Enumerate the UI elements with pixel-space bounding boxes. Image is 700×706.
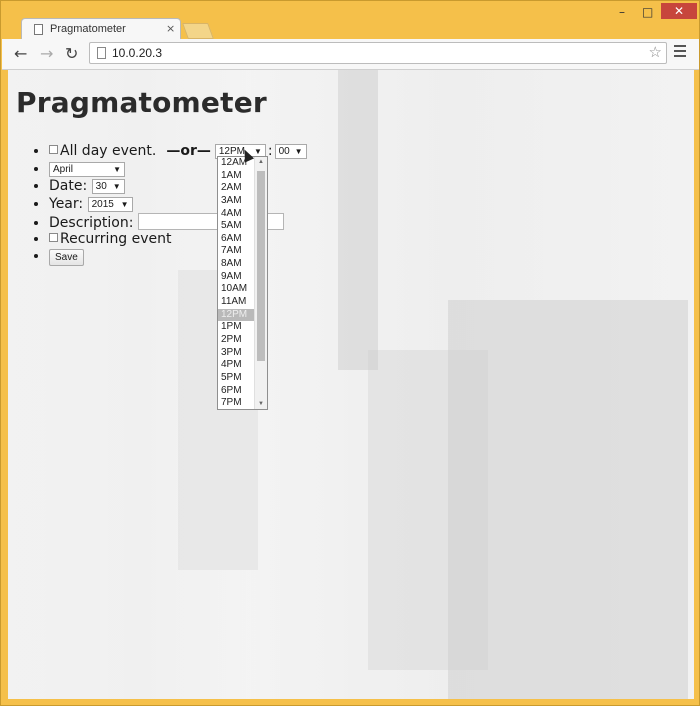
description-label: Description: [49,215,134,231]
bookmark-star-icon[interactable]: ☆ [649,43,662,61]
browser-toolbar: ← → ↻ 10.0.20.3 ☆ [2,39,699,70]
page-title: Pragmatometer [16,86,267,119]
minute-select[interactable]: 00 ▼ [274,144,307,159]
dropdown-option[interactable]: 1AM [218,170,257,183]
page-icon [34,24,43,35]
all-day-label: All day event. [60,143,157,159]
dropdown-option[interactable]: 3PM [218,347,257,360]
dropdown-option[interactable]: 5AM [218,220,257,233]
dropdown-option[interactable]: 6PM [218,385,257,398]
dropdown-option[interactable]: 11AM [218,296,257,309]
dropdown-scrollbar[interactable]: ▲ ▼ [254,157,267,409]
dropdown-option[interactable]: 4PM [218,359,257,372]
month-value: April [53,163,74,175]
scroll-up-arrow-icon[interactable]: ▲ [258,159,264,165]
new-tab-button[interactable] [182,23,214,39]
scroll-down-arrow-icon[interactable]: ▼ [258,401,264,407]
dropdown-option[interactable]: 7PM [218,397,257,410]
dropdown-option[interactable]: 2AM [218,182,257,195]
dropdown-option[interactable]: 4AM [218,208,257,221]
all-day-checkbox[interactable] [49,145,58,154]
chevron-down-icon: ▼ [113,164,121,174]
year-select[interactable]: 2015 ▼ [87,196,133,212]
date-value: 30 [95,181,107,192]
maximize-button[interactable]: □ [642,5,653,19]
date-select[interactable]: 30 ▼ [91,179,125,194]
chevron-down-icon: ▼ [120,199,129,209]
dropdown-option[interactable]: 8AM [218,258,257,271]
dropdown-option[interactable]: 10AM [218,283,257,296]
background-photo [368,350,488,670]
month-select[interactable]: April ▼ [49,161,125,177]
tab-close-icon[interactable]: × [166,22,175,35]
back-arrow-icon[interactable]: ← [14,44,27,63]
tab-title: Pragmatometer [50,23,126,35]
dropdown-option[interactable]: 6AM [218,233,257,246]
hour-dropdown-list[interactable]: 12AM 1AM 2AM 3AM 4AM 5AM 6AM 7AM 8AM 9AM 10AM 11AM 1… [217,156,268,410]
page-content: Pragmatometer All day event. —or— 12PM ▼:00… [8,70,694,699]
close-window-button[interactable]: ✕ [661,3,697,19]
time-colon: : [267,143,273,159]
or-separator: —or— [166,143,211,159]
background-photo [338,70,378,370]
dropdown-option[interactable]: 5PM [218,372,257,385]
dropdown-option[interactable]: 12PM [218,308,257,322]
url-text[interactable]: 10.0.20.3 [112,46,162,60]
recurring-label: Recurring event [60,230,172,247]
reload-icon[interactable]: ↻ [65,44,78,63]
dropdown-option[interactable]: 3AM [218,195,257,208]
title-bar: Pragmatometer × – □ ✕ [1,1,699,40]
dropdown-option[interactable]: 9AM [218,271,257,284]
dropdown-option[interactable]: 2PM [218,334,257,347]
browser-window: Pragmatometer × – □ ✕ ← → ↻ 10.0.20.3 ☆ … [0,0,700,706]
minute-value: 00 [278,146,290,157]
scrollbar-thumb[interactable] [257,171,265,361]
save-button[interactable]: Save [49,249,84,266]
date-label: Date: [49,178,88,194]
forward-arrow-icon[interactable]: → [40,44,53,63]
year-value: 2015 [91,198,114,210]
chevron-down-icon: ▼ [112,182,121,191]
year-label: Year: [49,195,84,212]
chevron-down-icon: ▼ [294,147,303,156]
minimize-button[interactable]: – [619,5,625,19]
address-bar[interactable]: 10.0.20.3 ☆ [89,42,667,64]
dropdown-option[interactable]: 1PM [218,321,257,334]
browser-tab[interactable]: Pragmatometer × [21,18,181,40]
menu-icon[interactable] [674,45,686,57]
recurring-checkbox[interactable] [49,232,58,242]
page-icon [97,47,106,59]
dropdown-option[interactable]: 7AM [218,245,257,258]
